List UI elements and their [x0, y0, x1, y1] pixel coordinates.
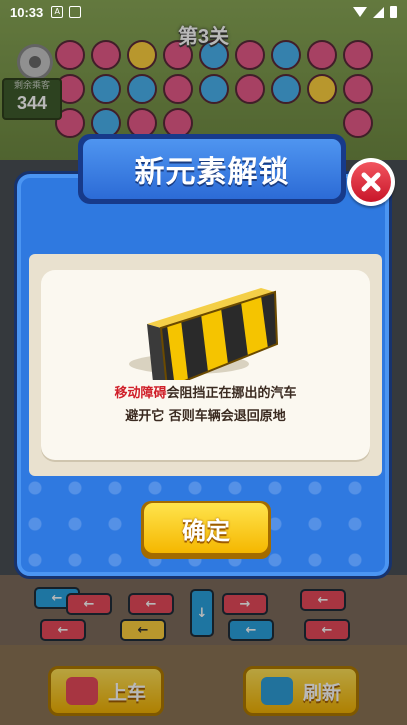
- confirm-button[interactable]: 确定: [141, 501, 271, 559]
- battery-icon: [390, 6, 397, 18]
- notification-a-icon: A: [51, 6, 64, 18]
- unlock-dialog: 新元素解锁 移动障碍会阻挡正在挪出的汽车 避开它 否则车辆会退回原地 确定: [14, 134, 395, 579]
- description-highlight: 移动障碍: [114, 386, 167, 401]
- status-bar: 10:33 A: [0, 0, 407, 24]
- status-time: 10:33: [10, 4, 44, 20]
- confirm-button-label: 确定: [144, 503, 268, 553]
- description-line1: 会阻挡正在挪出的汽车: [166, 386, 297, 401]
- element-description: 移动障碍会阻挡正在挪出的汽车 避开它 否则车辆会退回原地: [41, 382, 370, 428]
- close-button[interactable]: [347, 158, 395, 206]
- dialog-title-banner: 新元素解锁: [78, 134, 346, 204]
- dialog-content-panel: 移动障碍会阻挡正在挪出的汽车 避开它 否则车辆会退回原地: [29, 254, 382, 476]
- striped-barrier-icon: [129, 288, 279, 380]
- element-card: 移动障碍会阻挡正在挪出的汽车 避开它 否则车辆会退回原地: [41, 270, 370, 460]
- wifi-icon: [353, 7, 367, 17]
- signal-icon: [373, 6, 384, 18]
- description-line2: 避开它 否则车辆会退回原地: [125, 409, 286, 424]
- dialog-title: 新元素解锁: [83, 139, 341, 199]
- notification-media-icon: [69, 6, 82, 18]
- close-icon: [351, 162, 391, 202]
